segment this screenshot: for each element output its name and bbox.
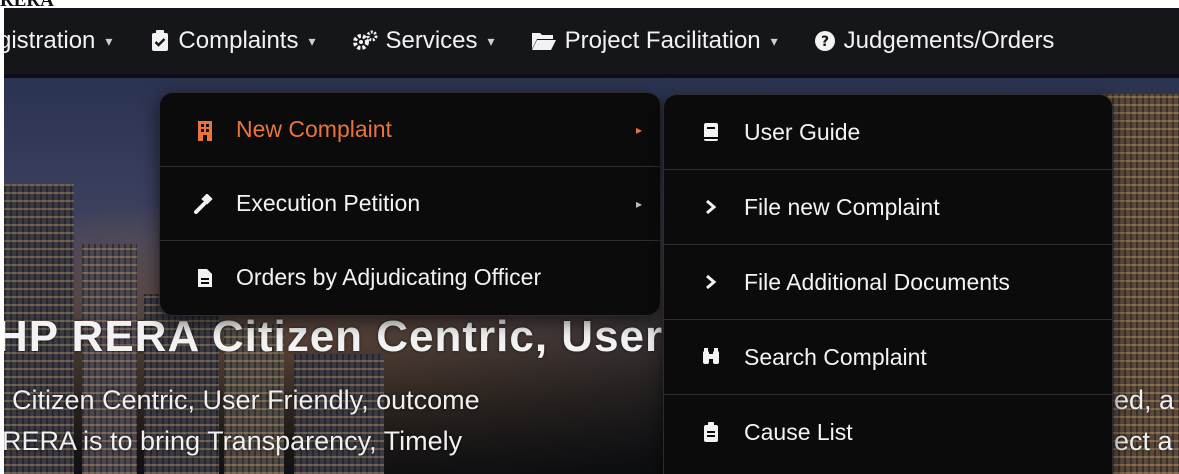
caret-right-icon: ▸ <box>635 196 642 211</box>
gears-icon <box>352 30 378 52</box>
binoculars-icon <box>700 348 722 366</box>
menu-item-execution-petition[interactable]: Execution Petition ▸ <box>160 167 660 241</box>
menu-item-orders-by-adjudicating-officer[interactable]: Orders by Adjudicating Officer <box>160 241 660 314</box>
submenu-item-search-complaint[interactable]: Search Complaint <box>664 320 1112 395</box>
book-icon <box>700 122 722 142</box>
submenu-item-label: User Guide <box>744 118 861 145</box>
hero-text-line-1: Citizen Centric, User Friendly, outcome … <box>12 385 1175 415</box>
nav-judgements-orders[interactable]: ? Judgements/Orders <box>814 8 1055 74</box>
hero-text-line-2: RERA is to bring Transparency, Timely ec… <box>4 426 1173 456</box>
nav-project-facilitation-label: Project Facilitation <box>564 27 761 54</box>
submenu-item-cause-list[interactable]: Cause List <box>664 395 1112 469</box>
nav-project-facilitation[interactable]: Project Facilitation ▾ <box>531 8 778 74</box>
chevron-right-icon <box>700 199 722 215</box>
caret-down-icon: ▾ <box>308 32 316 49</box>
clipboard-icon <box>700 422 722 442</box>
complaints-dropdown-menu: New Complaint ▸ Execution Petition ▸ Ord… <box>159 92 661 316</box>
menu-item-new-complaint[interactable]: New Complaint ▸ <box>160 93 660 167</box>
menu-item-label: Execution Petition <box>236 190 421 216</box>
nav-registration-label: gistration <box>4 27 96 54</box>
nav-registration[interactable]: gistration ▾ <box>4 8 112 74</box>
menu-item-label: New Complaint <box>236 116 392 142</box>
folder-open-icon <box>531 31 557 51</box>
caret-down-icon: ▾ <box>105 32 113 49</box>
submenu-item-label: File new Complaint <box>744 193 940 220</box>
main-navbar: gistration ▾ Complaints ▾ Services ▾ Pro… <box>4 8 1179 74</box>
caret-down-icon: ▾ <box>487 32 495 49</box>
submenu-item-user-guide[interactable]: User Guide <box>664 95 1112 170</box>
nav-services[interactable]: Services ▾ <box>352 8 495 74</box>
site-header-area: HP RERA Citizen Centric, User Friendly W… <box>4 8 1179 474</box>
svg-text:?: ? <box>821 34 829 50</box>
new-complaint-submenu: User Guide File new Complaint File Addit… <box>663 94 1113 474</box>
caret-down-icon: ▾ <box>770 32 778 49</box>
document-icon <box>194 268 216 288</box>
submenu-item-label: Cause List <box>744 418 853 445</box>
submenu-item-label: Search Complaint <box>744 343 927 370</box>
menu-item-label: Orders by Adjudicating Officer <box>236 264 542 290</box>
submenu-item-label: File Additional Documents <box>744 268 1010 295</box>
nav-complaints-label: Complaints <box>178 27 299 54</box>
submenu-item-file-new-complaint[interactable]: File new Complaint <box>664 170 1112 245</box>
nav-services-label: Services <box>385 27 478 54</box>
submenu-item-file-additional-documents[interactable]: File Additional Documents <box>664 245 1112 320</box>
nav-judgements-label: Judgements/Orders <box>843 27 1055 54</box>
question-circle-icon: ? <box>814 30 836 52</box>
building-icon <box>194 119 216 141</box>
nav-complaints[interactable]: Complaints ▾ <box>150 8 316 74</box>
gavel-icon <box>194 193 216 214</box>
caret-right-icon: ▸ <box>635 122 642 137</box>
clipboard-check-icon <box>150 30 170 52</box>
chevron-right-icon <box>700 274 722 290</box>
